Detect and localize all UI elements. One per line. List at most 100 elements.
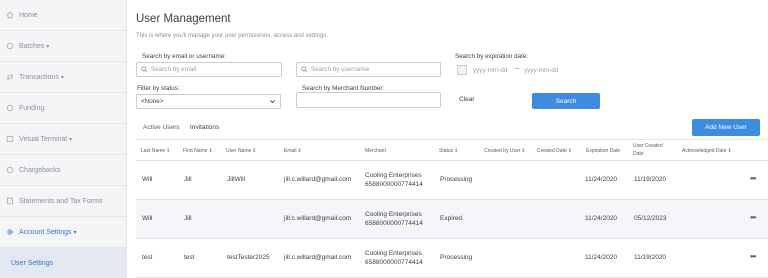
column-header-user-created-date: User Created Date [633,143,663,157]
sidebar-item-label: Account Settings [19,228,72,236]
cell-status: Expired [440,215,463,222]
cell-status: Processing [440,254,473,261]
status-select-value: <None> [141,98,164,105]
status-filter-label: Filter by status: [137,85,180,92]
sort-icon: ⇕ [208,148,213,154]
chargebacks-icon [6,166,14,174]
sidebar-item-label: Chargebacks [19,166,61,174]
sidebar-item-virtual-terminal[interactable]: Virtual Terminal ▾ [0,124,127,155]
sort-icon: ⇕ [166,148,171,154]
page-subtitle: This is where you'll manage your user pe… [136,33,328,39]
sidebar-item-label: Home [19,11,38,19]
sidebar-item-label: Funding [19,104,45,112]
calendar-icon[interactable] [457,65,467,75]
email-search-input[interactable]: Search by email [136,62,282,77]
username-search-placeholder: Search by username [311,66,370,73]
sidebar: Home Batches ▾ Transactions ▾ Funding Vi… [0,0,127,278]
date-start-input[interactable]: yyyy-mm-dd [473,67,507,74]
cell-user-created-date: 11/19/2020 [634,254,667,261]
table-row[interactable]: Will Jill JillWill jill.c.willard@gmail.… [136,161,768,200]
sidebar-item-transactions[interactable]: Transactions ▾ [0,62,127,93]
sort-icon: ⇕ [454,148,459,154]
chevron-down-icon: ▾ [69,136,73,143]
sidebar-item-account-settings[interactable]: Account Settings ▾ [0,217,127,248]
column-header-last-name[interactable]: Last Name⇕ [141,148,170,154]
date-end-input[interactable]: yyyy-mm-dd [524,67,558,74]
search-button[interactable]: Search [532,93,600,109]
row-actions-menu-icon[interactable]: ••• [750,174,756,183]
cell-email: jill.c.willard@gmail.com [284,215,352,222]
expiration-date-label: Search by expiration date: [455,53,529,60]
statements-icon [6,197,14,205]
column-header-acknowledged-date[interactable]: Acknowledged Date⇕ [682,148,732,154]
date-range-separator: ~ [515,66,520,73]
funding-icon [6,104,14,112]
cell-user-name: JillWill [227,176,246,183]
cell-user-created-date: 11/19/2020 [634,176,667,183]
sidebar-item-chargebacks[interactable]: Chargebacks [0,155,127,186]
tab-invitations[interactable]: Invitations [190,124,219,131]
table-header: Last Name⇕ First Name⇕ User Name⇕ Email⇕… [136,139,768,161]
cell-first-name: test [184,254,195,261]
cell-last-name: test [142,254,153,261]
sidebar-item-label: User Settings [11,259,54,267]
batches-icon [6,42,14,50]
cell-last-name: Will [142,215,153,222]
sidebar-item-batches[interactable]: Batches ▾ [0,31,127,62]
row-actions-menu-icon[interactable]: ••• [750,252,756,261]
username-search-input[interactable]: Search by username [296,62,441,77]
sort-icon: ⇕ [567,148,572,154]
cell-merchant: Cooling Enterprises 6588000000774414 [365,211,423,227]
main-content: User Management This is where you'll man… [128,0,768,278]
cell-email: jill.c.willard@gmail.com [284,176,352,183]
cell-last-name: Will [142,176,153,183]
column-header-email[interactable]: Email⇕ [284,148,302,154]
transactions-icon [6,73,14,81]
cell-expiration-date: 11/24/2020 [585,176,618,183]
chevron-down-icon: ▾ [46,43,50,50]
column-header-status[interactable]: Status⇕ [439,148,458,154]
sidebar-item-user-settings[interactable]: User Settings [0,248,127,278]
column-header-created-date[interactable]: Created Date⇕ [537,148,572,154]
sidebar-item-funding[interactable]: Funding [0,93,127,124]
merchant-number-label: Search by Merchant Number: [302,85,385,92]
cell-user-name: testTester2025 [227,254,270,261]
email-search-label: Search by email or username: [142,53,226,60]
cell-email: jill.c.willard@gmail.com [284,254,352,261]
cell-merchant: Cooling Enterprises 6588000000774414 [365,172,423,188]
chevron-down-icon: ▾ [73,229,77,236]
terminal-icon [6,135,14,143]
clear-button[interactable]: Clear [459,96,475,103]
chevron-down-icon [269,98,276,105]
column-header-user-name[interactable]: User Name⇕ [226,148,257,154]
tab-active-users[interactable]: Active Users [143,124,179,131]
column-header-created-by-user[interactable]: Created by User⇕ [484,148,526,154]
row-actions-menu-icon[interactable]: ••• [750,213,756,222]
column-header-merchant: Merchant [365,148,386,154]
table-row[interactable]: test test testTester2025 jill.c.willard@… [136,239,768,278]
search-icon [301,66,308,73]
sidebar-item-statements[interactable]: Statements and Tax Forms [0,186,127,217]
gear-icon [6,228,14,236]
column-header-first-name[interactable]: First Name⇕ [183,148,213,154]
sort-icon: ⇕ [727,148,732,154]
sidebar-item-label: Batches [19,42,45,50]
sidebar-item-home[interactable]: Home [0,0,127,31]
cell-first-name: Jill [184,215,192,222]
chevron-down-icon: ▾ [60,74,64,81]
sort-icon: ⇕ [521,148,526,154]
cell-user-created-date: 05/12/2023 [634,215,667,222]
cell-status: Processing [440,176,473,183]
cell-expiration-date: 11/24/2020 [585,215,618,222]
sidebar-item-label: Transactions [19,73,59,81]
column-header-expiration-date: Expiration Date [586,148,621,154]
add-new-user-button[interactable]: Add New User [692,119,760,136]
table-row[interactable]: Will Jill jill.c.willard@gmail.com Cooli… [136,200,768,239]
cell-merchant: Cooling Enterprises 6588000000774414 [365,250,423,266]
sort-icon: ⇕ [252,148,257,154]
status-select[interactable]: <None> [136,94,281,109]
merchant-number-input[interactable] [296,92,441,108]
sidebar-item-label: Statements and Tax Forms [19,197,103,205]
sidebar-item-label: Virtual Terminal [19,135,67,143]
sort-icon: ⇕ [297,148,302,154]
